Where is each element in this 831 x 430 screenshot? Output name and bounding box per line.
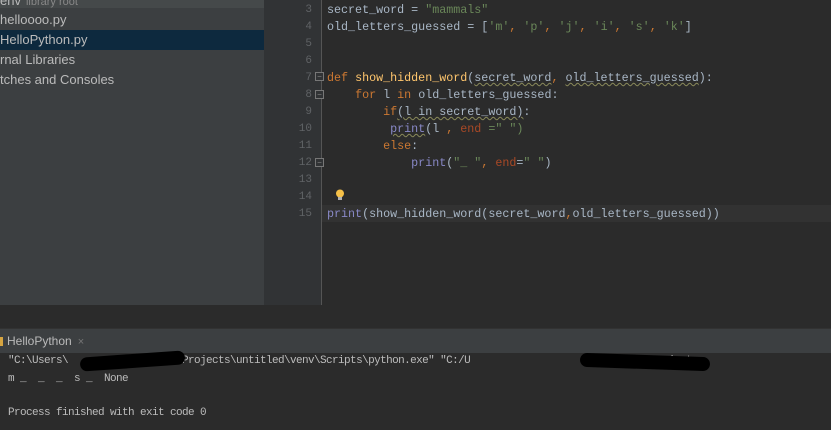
code-token: for <box>355 88 384 102</box>
code-token: , <box>481 156 496 170</box>
code-token: ] <box>684 20 692 34</box>
code-token: if <box>383 105 398 119</box>
code-token: ): <box>698 71 713 85</box>
close-icon[interactable]: × <box>78 336 84 348</box>
code-token: (l in secret_word) <box>397 105 524 119</box>
code-token: : <box>411 139 419 153</box>
code-token: else <box>383 139 412 153</box>
code-token: in <box>397 88 419 102</box>
code-token: 'k' <box>663 20 685 34</box>
code-token: (show_hidden_word(secret_word <box>362 207 566 221</box>
code-line[interactable]: print("_ ", end=" ") <box>327 155 551 172</box>
code-token: " " <box>523 156 545 170</box>
line-number: 14 <box>298 191 312 203</box>
code-token: , <box>544 20 559 34</box>
tab-label: HelloPython <box>7 334 72 348</box>
fold-icon[interactable]: − <box>315 90 324 99</box>
code-token: 'i' <box>593 20 615 34</box>
code-token: end <box>460 122 489 136</box>
line-number: 7 <box>305 72 312 84</box>
fold-icon[interactable]: − <box>315 72 324 81</box>
code-token: show_hidden_word <box>355 71 468 85</box>
code-line[interactable]: def show_hidden_word(secret_word, old_le… <box>327 70 713 87</box>
run-config-icon <box>0 337 3 346</box>
code-token: end <box>495 156 517 170</box>
code-line[interactable]: old_letters_guessed = ['m', 'p', 'j', 'i… <box>327 19 692 36</box>
code-token: (l <box>425 122 447 136</box>
code-token: def <box>327 71 356 85</box>
code-token: old_letters_guessed: <box>418 88 559 102</box>
code-token: : <box>523 105 531 119</box>
code-line[interactable]: print(show_hidden_word(secret_word,old_l… <box>327 206 720 223</box>
code-token: , <box>551 71 566 85</box>
code-token: , <box>565 207 573 221</box>
code-token: secret_word = <box>327 3 426 17</box>
tab-run-hellopython[interactable]: HelloPython × <box>0 329 96 354</box>
code-token: , <box>446 122 461 136</box>
code-token: 'j' <box>558 20 580 34</box>
line-number: 9 <box>305 106 312 118</box>
code-token: "mammals" <box>425 3 489 17</box>
code-token: old_letters_guessed = [ <box>327 20 489 34</box>
code-token: print <box>327 207 363 221</box>
line-number: 15 <box>298 208 312 220</box>
line-number: 12 <box>298 157 312 169</box>
code-token: 's' <box>628 20 650 34</box>
line-number: 6 <box>305 55 312 67</box>
code-token: old_letters_guessed <box>565 71 699 85</box>
fold-icon[interactable]: − <box>315 158 324 167</box>
code-token: l <box>383 88 398 102</box>
run-tool-window-tabs: HelloPython × <box>0 328 831 353</box>
editor-bottom <box>0 305 831 328</box>
code-token: print <box>411 156 447 170</box>
code-lines[interactable]: 3 secret_word = "mammals" 4 old_letters_gue… <box>0 0 831 305</box>
code-token: "_ " <box>453 156 482 170</box>
line-number: 5 <box>305 38 312 50</box>
line-number: 13 <box>298 174 312 186</box>
console-line: Process finished with exit code 0 <box>8 407 207 419</box>
code-token: , <box>649 20 664 34</box>
line-number: 11 <box>298 140 312 152</box>
lightbulb-icon[interactable] <box>335 189 345 201</box>
code-line[interactable]: secret_word = "mammals" <box>327 2 488 19</box>
code-token: , <box>579 20 594 34</box>
code-token: , <box>509 20 524 34</box>
line-number: 8 <box>305 89 312 101</box>
code-token: 'p' <box>523 20 545 34</box>
code-token: secret_word <box>474 71 552 85</box>
line-number: 10 <box>298 123 312 135</box>
code-line[interactable]: for l in old_letters_guessed: <box>327 87 558 104</box>
code-token: , <box>614 20 629 34</box>
code-token: =" ") <box>488 122 524 136</box>
code-token: 'm' <box>488 20 510 34</box>
code-token: old_letters_guessed)) <box>572 207 720 221</box>
code-line[interactable]: if(l in secret_word): <box>327 104 530 121</box>
code-line[interactable]: else: <box>327 138 418 155</box>
line-number: 4 <box>305 21 312 33</box>
console-line: m _ _ _ s _ None <box>8 373 129 385</box>
line-number: 3 <box>305 4 312 16</box>
code-line[interactable]: print(l , end =" ") <box>327 121 523 138</box>
code-token: ) <box>544 156 552 170</box>
run-console[interactable]: "C:\Users\ PycharmProjects\untitled\venv… <box>0 350 831 430</box>
code-token: print <box>390 122 426 136</box>
